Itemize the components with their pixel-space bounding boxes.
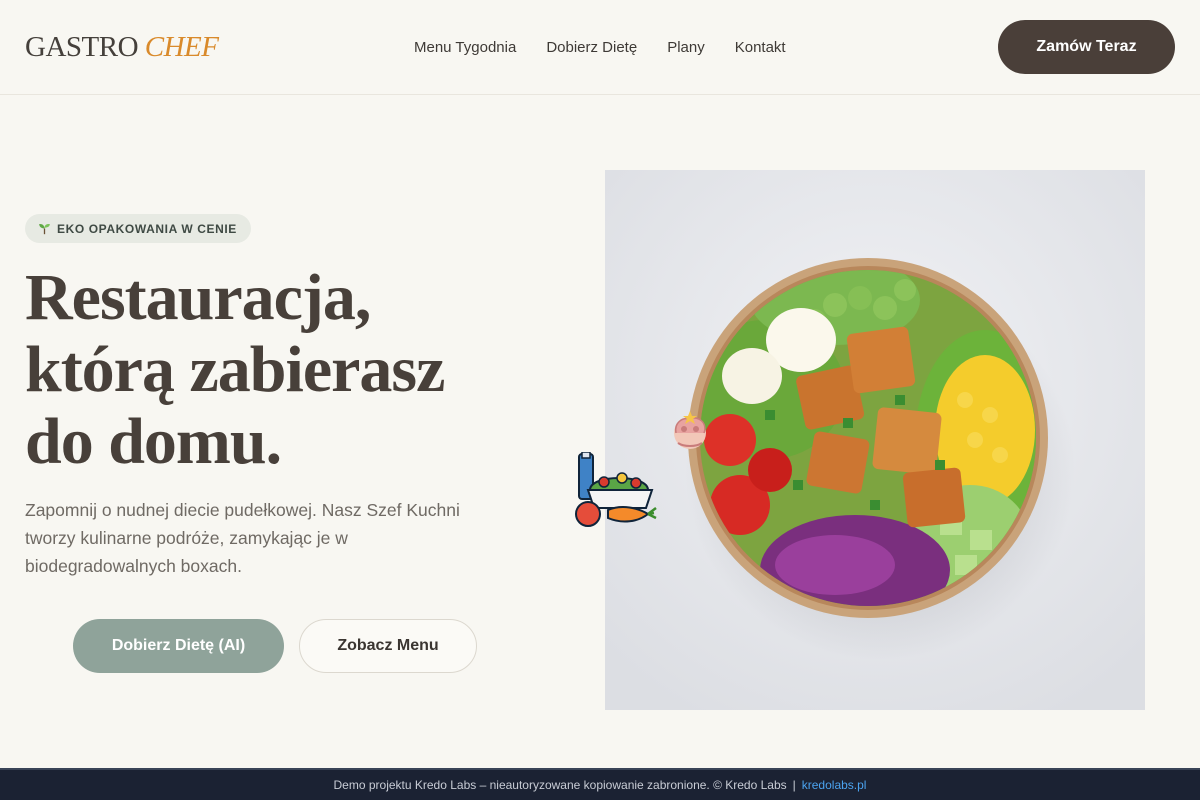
order-now-button[interactable]: Zamów Teraz (998, 20, 1175, 74)
eco-badge: EKO OPAKOWANIA W CENIE (25, 214, 251, 243)
site-header: GASTRO CHEF Menu Tygodnia Dobierz Dietę … (0, 0, 1200, 95)
eco-badge-label: EKO OPAKOWANIA W CENIE (57, 221, 237, 236)
footer-link-kredolabs[interactable]: kredolabs.pl (802, 778, 867, 792)
brand-name-primary: GASTRO (25, 31, 139, 63)
nav-item-plany[interactable]: Plany (667, 39, 705, 56)
hero-title-line-2: którą zabierasz (25, 333, 445, 406)
ai-diet-button[interactable]: Dobierz Dietę (AI) (73, 619, 284, 673)
nav-item-dobierz-diete[interactable]: Dobierz Dietę (546, 39, 637, 56)
seedling-icon (39, 223, 50, 235)
footer-copyright: Demo projektu Kredo Labs – nieautoryzowa… (333, 778, 787, 792)
brand-logo[interactable]: GASTRO CHEF (25, 31, 219, 64)
hero-title-line-3: do domu. (25, 405, 282, 478)
nav-item-menu-tygodnia[interactable]: Menu Tygodnia (414, 39, 516, 56)
brain-icon (674, 411, 706, 449)
main-nav: Menu Tygodnia Dobierz Dietę Plany Kontak… (414, 39, 786, 56)
hero-title-line-1: Restauracja, (25, 261, 371, 334)
site-footer: Demo projektu Kredo Labs – nieautoryzowa… (0, 768, 1200, 800)
brand-name-accent: CHEF (144, 31, 219, 63)
view-menu-button[interactable]: Zobacz Menu (299, 619, 477, 673)
food-basket-icon (575, 452, 657, 527)
footer-separator: | (792, 778, 796, 792)
hero-lead-text: Zapomnij o nudnej diecie pudełkowej. Nas… (25, 500, 460, 576)
hero-title: Restauracja, którą zabierasz do domu. (25, 262, 545, 478)
nav-item-kontakt[interactable]: Kontakt (735, 39, 786, 56)
